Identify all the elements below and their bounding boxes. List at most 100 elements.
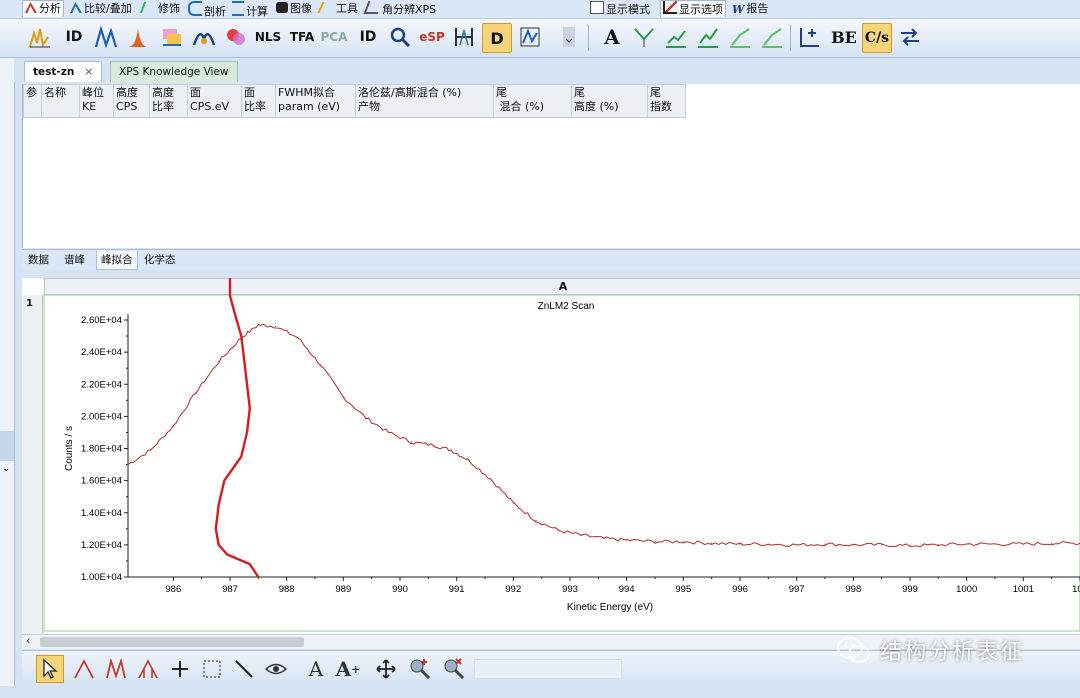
collapse-icon[interactable]: ⌄ [2, 463, 10, 474]
range-marker-icon[interactable] [450, 23, 478, 51]
scroll-left-icon[interactable]: ‹ [26, 634, 30, 647]
tab-xps-knowledge-view[interactable]: XPS Knowledge View [110, 61, 238, 82]
id-button[interactable]: ID [60, 23, 88, 51]
text-enlarge-icon[interactable]: A + [334, 655, 362, 683]
menu-profile[interactable]: 剖析 [188, 1, 226, 18]
trend-check-icon[interactable] [726, 23, 754, 51]
data-point [739, 543, 741, 545]
col-header-tail-exponent[interactable]: 尾 指数 [647, 84, 686, 118]
peak-multi-icon[interactable] [134, 655, 162, 683]
data-point [388, 431, 390, 434]
status-strip [0, 686, 1080, 698]
col-header-position[interactable]: 峰位 KE [79, 84, 114, 118]
col-header-fwhm[interactable]: FWHM拟合 param (eV) [275, 84, 356, 118]
line-draw-icon[interactable] [230, 655, 258, 683]
move-pan-icon[interactable] [372, 655, 400, 683]
esp-button[interactable]: eSP [418, 23, 446, 51]
angle-icon [363, 1, 383, 14]
peak-spectrum-icon[interactable] [26, 23, 54, 51]
data-point [172, 425, 174, 427]
scrollbar-thumb[interactable] [40, 637, 304, 647]
col-header-tail-mix[interactable]: 尾 混合 (%) [493, 84, 572, 118]
col-header-height-ratio[interactable]: 高度 比率 [149, 84, 188, 118]
chart-compare-icon[interactable] [158, 23, 186, 51]
col-header-lg-mix[interactable]: 洛伦兹/高斯混合 (%) 产物 [355, 84, 494, 118]
menu-display-mode[interactable]: 显示模式 [590, 1, 650, 17]
x-tick-label: 100 [1072, 584, 1080, 595]
peak-region-icon[interactable] [102, 655, 130, 683]
display-mode-icon [590, 1, 604, 14]
tab-chemical-state[interactable]: 化学态 [140, 251, 180, 269]
x-tick-label: 993 [562, 584, 578, 595]
zoom-reset-icon[interactable] [440, 655, 468, 683]
tab-test-zn[interactable]: test-zn × [24, 61, 103, 82]
x-tick-label: 987 [222, 584, 238, 595]
peak-label-icon[interactable] [190, 23, 218, 51]
chart-add-icon[interactable] [796, 23, 824, 51]
be-button[interactable]: BE [830, 23, 858, 51]
scissors-peak-icon[interactable] [630, 23, 658, 51]
col-header-area-ratio[interactable]: 面 比率 [241, 84, 276, 118]
tab-peaks[interactable]: 谱峰 [60, 251, 89, 269]
nls-button[interactable]: NLS [254, 23, 282, 51]
marquee-select-icon[interactable] [198, 655, 226, 683]
menu-tools[interactable]: 工具 [317, 1, 358, 17]
menu-calculate[interactable]: 计算 [232, 1, 268, 18]
tab-peak-fit[interactable]: 峰拟合 [96, 251, 138, 270]
x-tick-label: 992 [505, 584, 521, 595]
peak-add-icon[interactable] [70, 655, 98, 683]
tab-data[interactable]: 数据 [24, 251, 53, 269]
close-tab-icon[interactable]: × [84, 66, 93, 78]
text-tool-icon[interactable]: A [302, 655, 330, 683]
annotate-a-button[interactable]: A [598, 23, 626, 51]
tfa-button[interactable]: TFA [288, 23, 316, 51]
data-point [297, 337, 299, 339]
menu-decorate[interactable]: 修饰 [139, 1, 180, 17]
chart-bar-up-icon[interactable] [662, 23, 690, 51]
display-options-icon [663, 1, 677, 14]
y-tick-label: 1.00E+04 [81, 572, 122, 583]
data-point [852, 544, 854, 546]
spectrum-chart[interactable]: ZnLM2 Scan Counts / s Kinetic Energy (eV)… [22, 278, 1080, 634]
menu-report[interactable]: W 报告 [732, 1, 768, 17]
data-point [881, 544, 883, 546]
x-tick-label: 994 [619, 584, 635, 595]
col-header-tail-height[interactable]: 尾 高度 (%) [571, 84, 648, 118]
data-point [1022, 543, 1024, 545]
wechat-watermark: 结构分析表征 [836, 633, 1024, 667]
peak-fit-icon[interactable] [92, 23, 120, 51]
data-point [994, 543, 996, 545]
col-header-name[interactable]: 名称 [41, 84, 80, 118]
trend-check2-icon[interactable] [758, 23, 786, 51]
toolbar-separator [588, 25, 589, 51]
plot-panel: A 1 ZnLM2 Scan Counts / s Kinetic Energy … [22, 278, 1080, 634]
phi-scan-icon[interactable] [516, 23, 544, 51]
y-axis-label: Counts / s [64, 426, 75, 471]
data-point [909, 545, 911, 547]
zoom-in-icon[interactable] [406, 655, 434, 683]
y-tick-label: 1.40E+04 [81, 508, 122, 519]
toolbar-input-field[interactable] [474, 659, 622, 679]
cps-button[interactable]: C/s [862, 23, 892, 53]
menu-arxps[interactable]: 角分辨XPS [363, 1, 436, 17]
eye-icon[interactable] [262, 655, 290, 683]
d-button[interactable]: D [482, 23, 512, 53]
data-point [711, 542, 713, 544]
pca-button[interactable]: PCA [320, 23, 348, 51]
col-header-area[interactable]: 面 CPS.eV [187, 84, 242, 118]
menu-image[interactable]: 图像 [276, 1, 312, 17]
crosshair-plus-icon[interactable] [166, 655, 194, 683]
menu-display-options[interactable]: 显示选项 [660, 0, 726, 17]
col-header-height[interactable]: 高度 CPS [113, 84, 150, 118]
color-map-icon[interactable] [222, 23, 250, 51]
id2-button[interactable]: ID [354, 23, 382, 51]
menu-analysis[interactable]: 分析 [22, 0, 64, 17]
select-arrow-icon[interactable] [36, 655, 64, 683]
col-header-ref[interactable]: 参 [23, 84, 42, 118]
chart-bar-up2-icon[interactable] [694, 23, 722, 51]
dropdown-arrow-icon[interactable] [560, 23, 578, 51]
magnifier-spectrum-icon[interactable] [386, 23, 414, 51]
peak-height-icon[interactable] [124, 23, 152, 51]
swap-axis-icon[interactable] [896, 23, 924, 51]
menu-compare[interactable]: 比较/叠加 [70, 1, 132, 17]
